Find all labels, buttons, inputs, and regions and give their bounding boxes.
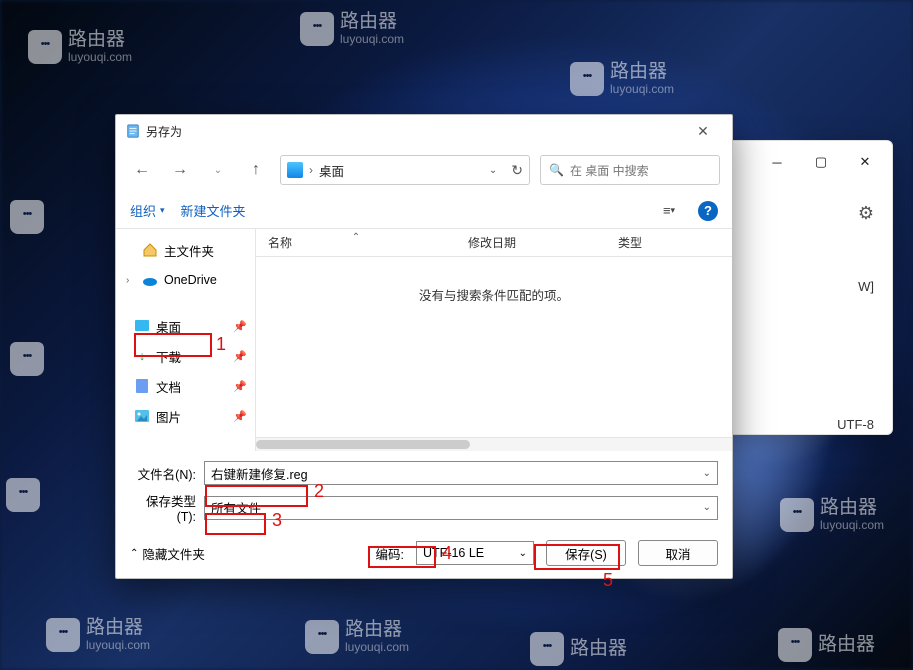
home-icon <box>142 242 158 258</box>
dialog-close-button[interactable]: ✕ <box>684 118 722 144</box>
bg-text: W] <box>858 279 874 294</box>
pictures-icon <box>134 408 150 424</box>
sidebar-item-downloads[interactable]: ↓ 下载 📌 <box>116 341 255 371</box>
cancel-button[interactable]: 取消 <box>638 540 718 566</box>
desktop-icon <box>134 318 150 334</box>
history-chevron[interactable]: ⌄ <box>204 156 232 184</box>
breadcrumb-location[interactable]: 桌面 <box>319 161 344 180</box>
save-button[interactable]: 保存(S) <box>546 540 626 566</box>
watermark-sub: luyouqi.com <box>68 51 132 64</box>
minimize-button[interactable]: ─ <box>756 147 798 177</box>
watermark <box>10 342 44 376</box>
search-placeholder: 在 桌面 中搜索 <box>570 162 649 179</box>
watermark: 路由器luyouqi.com <box>305 620 409 654</box>
organize-menu[interactable]: 组织▾ <box>130 201 165 220</box>
dialog-footer: ⌃ 隐藏文件夹 编码: UTF-16 LE ⌄ 保存(S) 取消 <box>116 534 732 578</box>
filename-value: 右键新建修复.reg <box>211 464 308 483</box>
watermark: 路由器luyouqi.com <box>28 30 132 64</box>
dialog-toolbar: 组织▾ 新建文件夹 ≡ ▾ ? <box>116 193 732 229</box>
dialog-form: 文件名(N): 右键新建修复.reg ⌄ 保存类型(T): 所有文件 ⌄ <box>116 451 732 534</box>
watermark <box>6 478 40 512</box>
watermark: 路由器luyouqi.com <box>300 12 404 46</box>
horizontal-scrollbar[interactable] <box>256 437 732 451</box>
save-as-dialog: 另存为 ✕ ← → ⌄ ↑ › 桌面 ⌄ ↻ 🔍 在 桌面 中搜索 组织▾ 新建… <box>115 114 733 579</box>
forward-button[interactable]: → <box>166 156 194 184</box>
watermark: 路由器luyouqi.com <box>570 62 674 96</box>
filetype-select[interactable]: 所有文件 ⌄ <box>204 496 718 520</box>
watermark: 路由器luyouqi.com <box>780 498 884 532</box>
breadcrumb-sep: › <box>309 163 313 177</box>
address-bar[interactable]: › 桌面 ⌄ ↻ <box>280 155 530 185</box>
address-dropdown-icon[interactable]: ⌄ <box>489 165 497 176</box>
filename-label: 文件名(N): <box>130 464 200 483</box>
pin-icon: 📌 <box>233 380 247 393</box>
watermark: 路由器luyouqi.com <box>46 618 150 652</box>
filetype-value: 所有文件 <box>211 498 261 517</box>
sidebar-label: 文档 <box>156 377 181 396</box>
onedrive-icon <box>142 272 158 288</box>
sidebar-item-desktop[interactable]: 桌面 📌 <box>116 311 255 341</box>
sidebar-label: 下载 <box>156 347 181 366</box>
sidebar-label: OneDrive <box>164 273 217 287</box>
new-folder-button[interactable]: 新建文件夹 <box>181 201 246 220</box>
pin-icon: 📌 <box>233 410 247 423</box>
background-window: ─ ▢ ✕ ⚙ W] UTF-8 <box>713 140 893 435</box>
dialog-nav: ← → ⌄ ↑ › 桌面 ⌄ ↻ 🔍 在 桌面 中搜索 <box>116 147 732 193</box>
dialog-title: 另存为 <box>146 123 182 140</box>
lock-icon <box>28 30 62 64</box>
sidebar-label: 主文件夹 <box>164 241 214 260</box>
bg-encoding: UTF-8 <box>837 417 874 432</box>
close-button[interactable]: ✕ <box>844 147 886 177</box>
sidebar-label: 桌面 <box>156 317 181 336</box>
chevron-down-icon[interactable]: ⌄ <box>703 502 711 513</box>
watermark <box>10 200 44 234</box>
chevron-down-icon[interactable]: ⌄ <box>703 468 711 479</box>
watermark: 路由器 <box>530 632 627 666</box>
sidebar-item-home[interactable]: 主文件夹 <box>116 235 255 265</box>
maximize-button[interactable]: ▢ <box>800 147 842 177</box>
sidebar: 主文件夹 › OneDrive 桌面 📌 ↓ 下载 📌 文档 📌 <box>116 229 256 451</box>
chevron-down-icon[interactable]: ⌄ <box>519 548 527 559</box>
view-options-button[interactable]: ≡ ▾ <box>656 198 682 224</box>
col-modified[interactable]: 修改日期 <box>456 234 606 251</box>
search-icon: 🔍 <box>549 163 564 177</box>
dialog-titlebar: 另存为 ✕ <box>116 115 732 147</box>
pin-icon: 📌 <box>233 350 247 363</box>
download-icon: ↓ <box>134 348 150 364</box>
encoding-label: 编码: <box>376 544 404 563</box>
chevron-up-icon: ⌃ <box>130 548 138 559</box>
sort-indicator-icon: ⌃ <box>352 232 360 243</box>
col-name[interactable]: ⌃ 名称 <box>256 234 456 251</box>
sidebar-item-pictures[interactable]: 图片 📌 <box>116 401 255 431</box>
column-headers: ⌃ 名称 修改日期 类型 <box>256 229 732 257</box>
sidebar-item-onedrive[interactable]: › OneDrive <box>116 265 255 295</box>
sidebar-item-documents[interactable]: 文档 📌 <box>116 371 255 401</box>
encoding-select[interactable]: UTF-16 LE ⌄ <box>416 541 534 565</box>
hide-folders-toggle[interactable]: ⌃ 隐藏文件夹 <box>130 544 205 563</box>
pin-icon: 📌 <box>233 320 247 333</box>
watermark-title: 路由器 <box>68 29 125 50</box>
search-input[interactable]: 🔍 在 桌面 中搜索 <box>540 155 720 185</box>
up-button[interactable]: ↑ <box>242 156 270 184</box>
filename-input[interactable]: 右键新建修复.reg ⌄ <box>204 461 718 485</box>
col-type[interactable]: 类型 <box>606 234 732 251</box>
file-list-pane: ⌃ 名称 修改日期 类型 没有与搜索条件匹配的项。 <box>256 229 732 451</box>
desktop-icon <box>287 162 303 178</box>
watermark: 路由器 <box>778 628 875 662</box>
filetype-label: 保存类型(T): <box>130 491 200 524</box>
document-icon <box>134 378 150 394</box>
gear-icon[interactable]: ⚙ <box>858 203 874 224</box>
help-button[interactable]: ? <box>698 201 718 221</box>
empty-message: 没有与搜索条件匹配的项。 <box>256 257 732 437</box>
refresh-icon[interactable]: ↻ <box>511 162 523 179</box>
hide-folders-label: 隐藏文件夹 <box>142 544 205 563</box>
sidebar-label: 图片 <box>156 407 181 426</box>
back-button[interactable]: ← <box>128 156 156 184</box>
encoding-value: UTF-16 LE <box>423 546 484 560</box>
notepad-icon <box>126 124 140 138</box>
